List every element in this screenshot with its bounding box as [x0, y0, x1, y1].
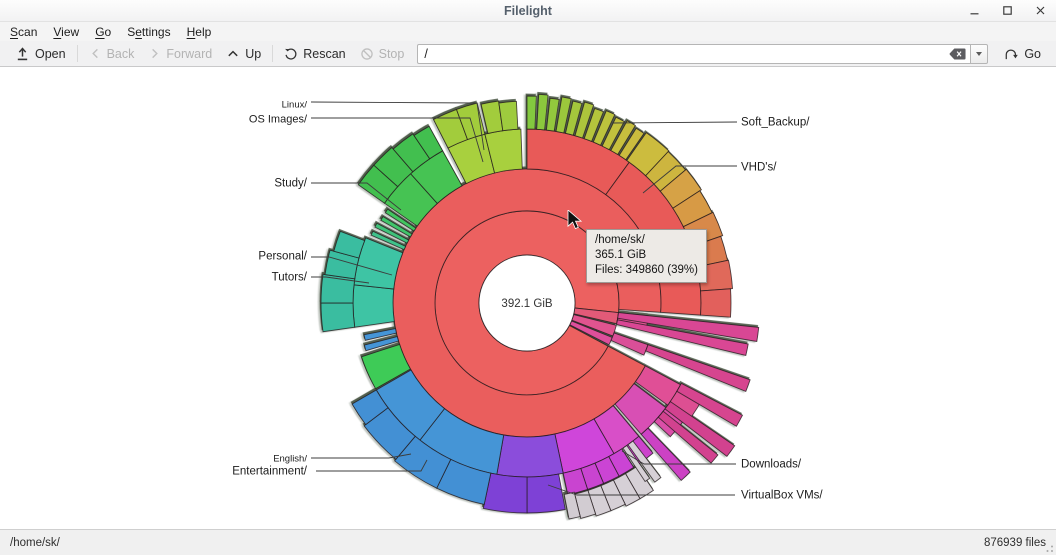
open-icon	[15, 46, 30, 61]
up-button[interactable]: Up	[219, 45, 268, 63]
toolbar-separator	[77, 45, 78, 62]
menu-bar: ScanViewGoSettingsHelp	[0, 22, 1056, 41]
directory-label: Study/	[274, 178, 307, 190]
close-button[interactable]	[1034, 5, 1046, 17]
tooltip-path: /home/sk/	[595, 233, 698, 248]
maximize-button[interactable]	[1001, 5, 1013, 17]
map-segment[interactable]	[497, 434, 563, 477]
maximize-icon	[1002, 5, 1013, 16]
directory-label: Tutors/	[272, 272, 308, 284]
open-button[interactable]: Open	[8, 44, 73, 63]
menu-go[interactable]: Go	[87, 24, 119, 40]
directory-label: VHD's/	[741, 162, 777, 174]
menu-scan[interactable]: Scan	[2, 24, 45, 40]
directory-label: OS Images/	[249, 114, 308, 126]
tooltip: /home/sk/ 365.1 GiB Files: 349860 (39%)	[586, 229, 707, 283]
chevron-right-icon	[148, 47, 161, 60]
path-field	[417, 44, 971, 64]
directory-label: Linux/	[282, 100, 308, 111]
directory-label: Personal/	[258, 251, 307, 263]
path-bar	[417, 44, 988, 64]
status-bar: /home/sk/ 876939 files	[0, 529, 1056, 555]
chevron-up-icon	[226, 47, 240, 60]
path-input[interactable]	[424, 46, 945, 62]
back-button[interactable]: Back	[82, 45, 142, 63]
menu-help[interactable]: Help	[179, 24, 220, 40]
map-segment[interactable]	[701, 289, 731, 317]
stop-button[interactable]: Stop	[353, 45, 412, 63]
map-segment[interactable]	[527, 474, 565, 513]
chevron-down-icon	[976, 52, 982, 56]
mouse-cursor	[567, 210, 582, 231]
directory-label: Entertainment/	[232, 466, 308, 478]
status-path: /home/sk/	[10, 537, 60, 549]
go-button[interactable]: Go	[996, 44, 1048, 64]
directory-label: English/	[273, 454, 307, 465]
go-icon	[1003, 46, 1019, 62]
rescan-icon	[284, 47, 298, 61]
toolbar: Open Back Forward Up Rescan	[0, 41, 1056, 67]
clear-icon	[949, 48, 966, 60]
clear-button[interactable]	[949, 48, 966, 60]
directory-label: Soft_Backup/	[741, 117, 810, 129]
map-segment[interactable]	[537, 94, 548, 130]
map-segment[interactable]	[527, 96, 536, 129]
directory-label: Downloads/	[741, 459, 802, 471]
forward-button[interactable]: Forward	[141, 45, 219, 63]
stop-icon	[360, 47, 374, 61]
menu-settings[interactable]: Settings	[119, 24, 178, 40]
path-dropdown-button[interactable]	[971, 44, 988, 64]
map-segment[interactable]	[321, 303, 355, 332]
map-segment[interactable]	[353, 285, 394, 327]
rescan-button[interactable]: Rescan	[277, 45, 352, 63]
label-leader-line	[612, 122, 737, 123]
radial-map[interactable]: 392.1 GiB Linux/OS Images/Study/Personal/…	[0, 67, 1056, 529]
title-bar: Filelight	[0, 0, 1056, 22]
center-size-label: 392.1 GiB	[501, 298, 552, 310]
filelight-window: Filelight ScanViewGoSettingsHelp Open	[0, 0, 1056, 555]
close-icon	[1035, 5, 1046, 16]
minimize-button[interactable]	[968, 5, 980, 17]
tooltip-size: 365.1 GiB	[595, 248, 698, 263]
tooltip-files: Files: 349860 (39%)	[595, 263, 698, 278]
resize-grip[interactable]	[1042, 541, 1054, 553]
main-area: 392.1 GiB Linux/OS Images/Study/Personal/…	[0, 67, 1056, 529]
window-title: Filelight	[504, 4, 552, 18]
window-controls	[968, 0, 1046, 21]
toolbar-separator	[272, 45, 273, 62]
status-file-count: 876939 files	[984, 537, 1046, 549]
minimize-icon	[969, 5, 980, 16]
map-segment[interactable]	[499, 101, 518, 130]
chevron-left-icon	[89, 47, 102, 60]
directory-label: VirtualBox VMs/	[741, 490, 823, 502]
menu-view[interactable]: View	[45, 24, 87, 40]
